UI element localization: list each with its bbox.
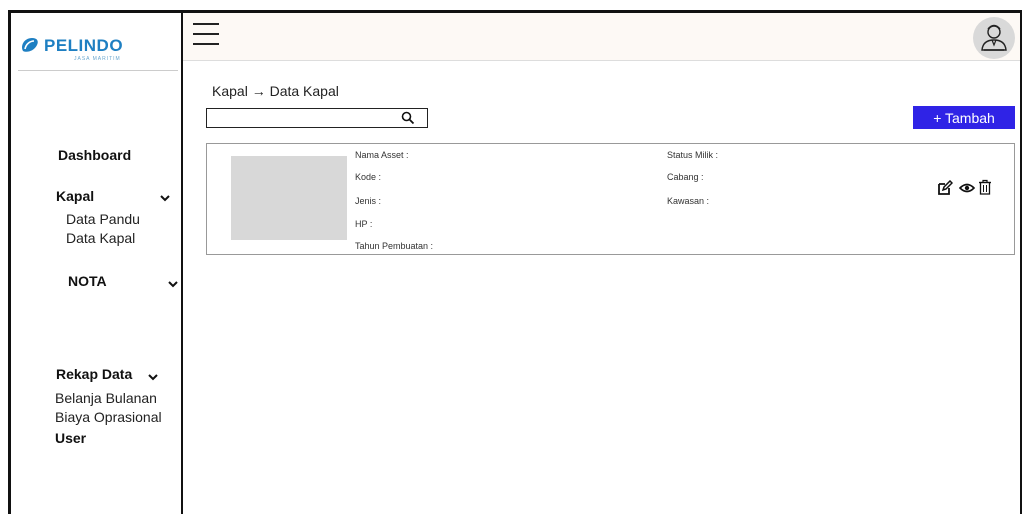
breadcrumb: Kapal → Data Kapal: [212, 83, 339, 99]
sidebar: [11, 13, 183, 514]
search-input[interactable]: [209, 110, 403, 128]
brand-tagline: JASA MARITIM: [74, 56, 121, 62]
search-box[interactable]: [206, 108, 428, 128]
sidebar-item-nota[interactable]: NOTA: [68, 273, 107, 289]
user-avatar-icon: [981, 24, 1007, 51]
brand-name: PELINDO: [44, 36, 124, 55]
chevron-down-icon[interactable]: [148, 372, 158, 382]
field-jenis: Jenis :: [355, 196, 382, 206]
delete-icon[interactable]: [977, 179, 993, 195]
vessel-card[interactable]: Nama Asset : Kode : Jenis : HP : Tahun P…: [206, 143, 1015, 255]
view-icon[interactable]: [959, 180, 975, 196]
sidebar-item-data-pandu[interactable]: Data Pandu: [66, 211, 140, 227]
sidebar-item-dashboard[interactable]: Dashboard: [58, 147, 131, 163]
field-status-milik: Status Milik :: [667, 150, 719, 160]
add-button[interactable]: + Tambah: [913, 106, 1015, 129]
field-cabang: Cabang :: [667, 172, 704, 182]
field-tahun-pembuatan: Tahun Pembuatan :: [355, 241, 434, 251]
vessel-image-placeholder: [231, 156, 347, 240]
chevron-down-icon[interactable]: [168, 279, 178, 289]
sidebar-item-rekap-data[interactable]: Rekap Data: [56, 366, 132, 382]
sidebar-item-biaya-oprasional[interactable]: Biaya Oprasional: [55, 409, 162, 425]
pelindo-logo-icon: [22, 38, 38, 52]
hamburger-icon[interactable]: [193, 23, 219, 45]
field-kode: Kode :: [355, 172, 382, 182]
sidebar-item-kapal[interactable]: Kapal: [56, 188, 94, 204]
field-nama-asset: Nama Asset :: [355, 150, 409, 160]
search-icon[interactable]: [401, 111, 415, 125]
field-kawasan: Kawasan :: [667, 196, 710, 206]
sidebar-item-belanja-bulanan[interactable]: Belanja Bulanan: [55, 390, 157, 406]
top-bar: [183, 13, 1020, 61]
sidebar-item-data-kapal[interactable]: Data Kapal: [66, 230, 135, 246]
sidebar-item-user[interactable]: User: [55, 430, 86, 446]
field-hp: HP :: [355, 219, 373, 229]
user-avatar[interactable]: [973, 17, 1015, 59]
edit-icon[interactable]: [937, 180, 953, 196]
chevron-down-icon[interactable]: [160, 193, 170, 203]
brand-logo[interactable]: PELINDO JASA MARITIM: [18, 22, 178, 71]
